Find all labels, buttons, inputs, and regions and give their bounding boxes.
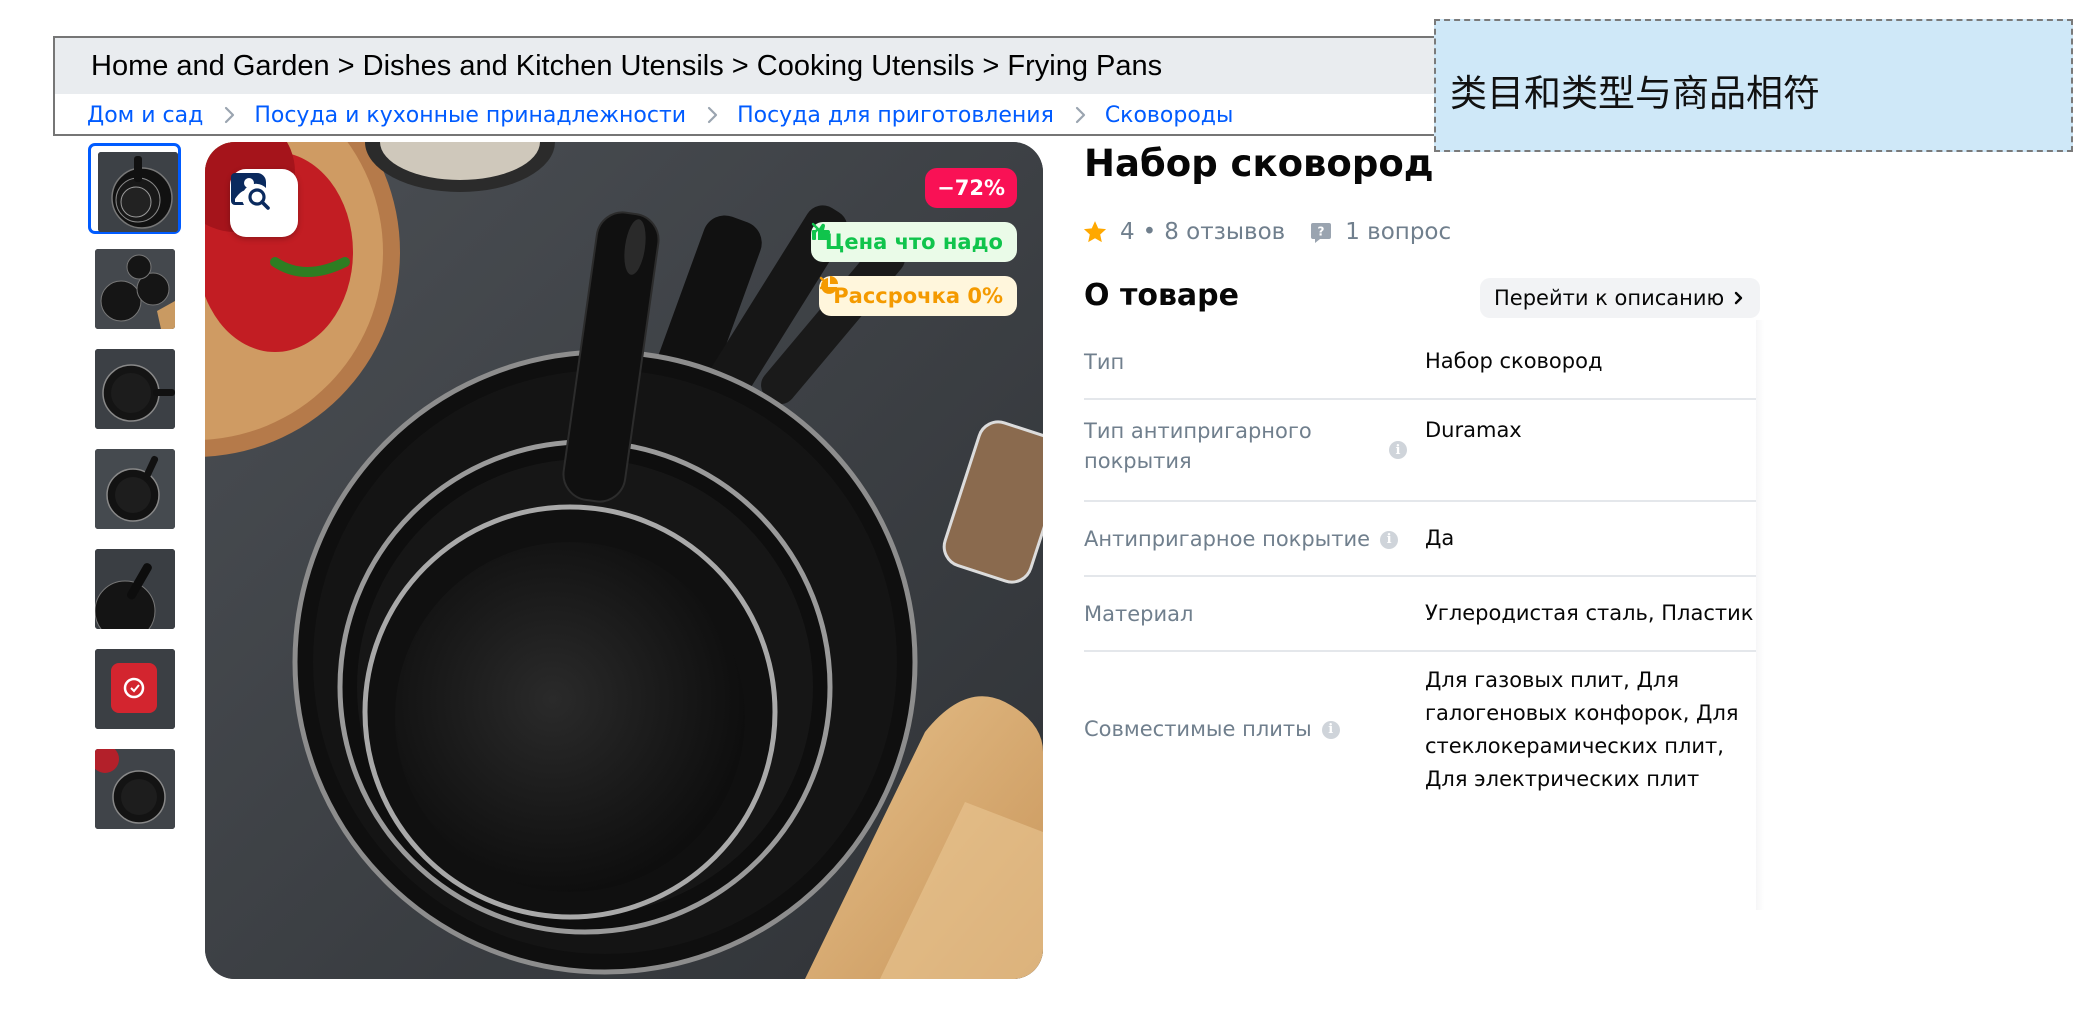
chevron-right-icon xyxy=(811,222,820,236)
about-section-title: О товаре xyxy=(1084,278,1239,313)
thumbnail-image xyxy=(95,449,175,529)
thumbnail-2[interactable] xyxy=(88,243,181,334)
goto-description-button[interactable]: Перейти к описанию xyxy=(1480,278,1761,318)
product-title: Набор сковород xyxy=(1084,142,1434,185)
property-row-nonstick: Антипригарное покрытие i Да xyxy=(1084,502,1756,577)
thumbnail-7[interactable] xyxy=(88,743,181,834)
main-product-image[interactable]: −72% Цена что надо Рассрочка 0% xyxy=(205,142,1043,979)
property-value: Набор сковород xyxy=(1425,349,1603,373)
breadcrumb: Дом и сад Посуда и кухонные принадлежнос… xyxy=(87,95,1233,135)
questions-link[interactable]: ? 1 вопрос xyxy=(1309,219,1451,245)
property-name: Антипригарное покрытие i xyxy=(1084,524,1399,554)
thumbnail-image xyxy=(95,749,175,829)
discount-badge: −72% xyxy=(925,168,1017,208)
chevron-right-icon xyxy=(1075,106,1086,124)
thumbnail-image xyxy=(98,152,178,232)
rating-value[interactable]: 4 xyxy=(1120,219,1135,245)
property-value: Да xyxy=(1425,526,1455,550)
breadcrumb-link-frying-pans[interactable]: Сковороды xyxy=(1105,103,1234,128)
thumbnail-image xyxy=(95,649,175,729)
info-icon[interactable]: i xyxy=(1389,441,1407,459)
breadcrumb-frame: Home and Garden > Dishes and Kitchen Ute… xyxy=(53,36,1505,136)
promo-installment-badge[interactable]: Рассрочка 0% xyxy=(819,276,1017,316)
rating-separator: • xyxy=(1142,219,1157,245)
goto-description-label: Перейти к описанию xyxy=(1494,286,1725,310)
chevron-right-icon xyxy=(1735,291,1743,305)
annotation-note-text: 类目和类型与商品相符 xyxy=(1450,72,1820,115)
info-icon[interactable]: i xyxy=(1321,721,1340,739)
breadcrumb-translation-bar: Home and Garden > Dishes and Kitchen Ute… xyxy=(55,38,1503,94)
promo-good-price-label: Цена что надо xyxy=(824,230,1003,254)
image-search-icon xyxy=(231,173,270,210)
property-row-type: Тип Набор сковород xyxy=(1084,330,1756,400)
property-value: Duramax xyxy=(1425,418,1522,442)
promo-installment-label: Рассрочка 0% xyxy=(833,284,1003,308)
property-row-material: Материал Углеродистая сталь, Пластик xyxy=(1084,577,1756,652)
property-name-text: Совместимые плиты xyxy=(1084,717,1312,741)
thumbnail-1[interactable] xyxy=(88,143,181,234)
panel-edge-shadow xyxy=(1756,320,1764,910)
svg-text:?: ? xyxy=(1318,225,1325,239)
promo-good-price-badge[interactable]: Цена что надо xyxy=(810,222,1017,262)
frying-pans-illustration xyxy=(205,142,1043,979)
property-name: Тип xyxy=(1084,350,1125,374)
property-value: Для газовых плит, Для галогеновых конфор… xyxy=(1425,668,1739,791)
thumbnail-6[interactable] xyxy=(88,643,181,734)
reviews-link[interactable]: 8 отзывов xyxy=(1164,219,1285,245)
property-value: Углеродистая сталь, Пластик xyxy=(1425,601,1754,625)
thumbnail-image xyxy=(95,249,175,329)
info-icon[interactable]: i xyxy=(1380,531,1399,549)
chevron-right-icon xyxy=(707,106,718,124)
property-name: Тип антипригарного покрытия xyxy=(1084,419,1312,473)
chevron-right-icon xyxy=(224,106,235,124)
property-name: Совместимые плиты i xyxy=(1084,714,1340,744)
thumbnail-4[interactable] xyxy=(88,443,181,534)
breadcrumb-translation: Home and Garden > Dishes and Kitchen Ute… xyxy=(91,50,1163,82)
property-name: Материал xyxy=(1084,602,1194,626)
thumbnail-3[interactable] xyxy=(88,343,181,434)
questions-count: 1 вопрос xyxy=(1345,219,1452,245)
property-row-compatible-stoves: Совместимые плиты i Для газовых плит, Для… xyxy=(1084,652,1756,822)
thumbnail-5[interactable] xyxy=(88,543,181,634)
property-name-text: Антипригарное покрытие xyxy=(1084,527,1371,551)
property-row-coating-type: Тип антипригарного покрытия i Duramax xyxy=(1084,400,1756,502)
thumbnail-image xyxy=(95,549,175,629)
star-icon xyxy=(1083,221,1107,243)
rating-summary: 4 • 8 отзывов ? 1 вопрос xyxy=(1082,214,1451,250)
thumbnail-image xyxy=(95,349,175,429)
breadcrumb-link-home-garden[interactable]: Дом и сад xyxy=(87,103,203,128)
visual-search-button[interactable] xyxy=(230,169,298,237)
annotation-note: 类目和类型与商品相符 xyxy=(1434,19,2073,152)
breadcrumb-link-dishes[interactable]: Посуда и кухонные принадлежности xyxy=(254,103,686,128)
chevron-right-icon xyxy=(820,276,828,290)
breadcrumb-link-cooking-utensils[interactable]: Посуда для приготовления xyxy=(737,103,1054,128)
question-bubble-icon: ? xyxy=(1311,223,1332,243)
